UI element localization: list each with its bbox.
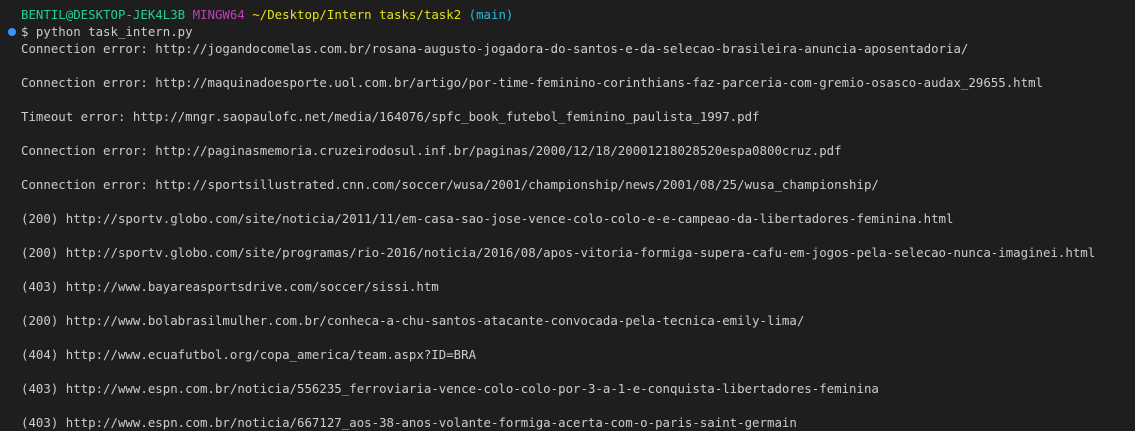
- output-line: Connection error: http://jogandocomelas.…: [21, 41, 969, 56]
- output-line: (200) http://sportv.globo.com/site/progr…: [21, 245, 1096, 260]
- output-line: (404) http://www.ecuafutbol.org/copa_ame…: [21, 347, 477, 362]
- output-line: Connection error: http://maquinadoesport…: [21, 75, 1043, 90]
- prompt-line: BENTIL@DESKTOP-JEK4L3B MINGW64 ~/Desktop…: [21, 7, 513, 23]
- output-line: Connection error: http://sportsillustrat…: [21, 177, 879, 192]
- terminal-panel[interactable]: BENTIL@DESKTOP-JEK4L3B MINGW64 ~/Desktop…: [0, 0, 1135, 431]
- prompt-git-branch: (main): [468, 7, 514, 22]
- output-line: (403) http://www.bayareasportsdrive.com/…: [21, 279, 439, 294]
- output-line: Timeout error: http://mngr.saopaulofc.ne…: [21, 109, 760, 124]
- prompt-user-host: BENTIL@DESKTOP-JEK4L3B: [21, 7, 186, 22]
- output-line: (200) http://sportv.globo.com/site/notic…: [21, 211, 954, 226]
- output-line: Connection error: http://paginasmemoria.…: [21, 143, 842, 158]
- command-status-icon[interactable]: [8, 28, 16, 36]
- output-line: (200) http://www.bolabrasilmulher.com.br…: [21, 313, 805, 328]
- command-line: $ python task_intern.py: [21, 24, 193, 39]
- prompt-environment: MINGW64: [192, 7, 245, 22]
- output-line: (403) http://www.espn.com.br/noticia/667…: [21, 415, 797, 430]
- output-line: (403) http://www.espn.com.br/noticia/556…: [21, 381, 879, 396]
- prompt-path: ~/Desktop/Intern tasks/task2: [252, 7, 462, 22]
